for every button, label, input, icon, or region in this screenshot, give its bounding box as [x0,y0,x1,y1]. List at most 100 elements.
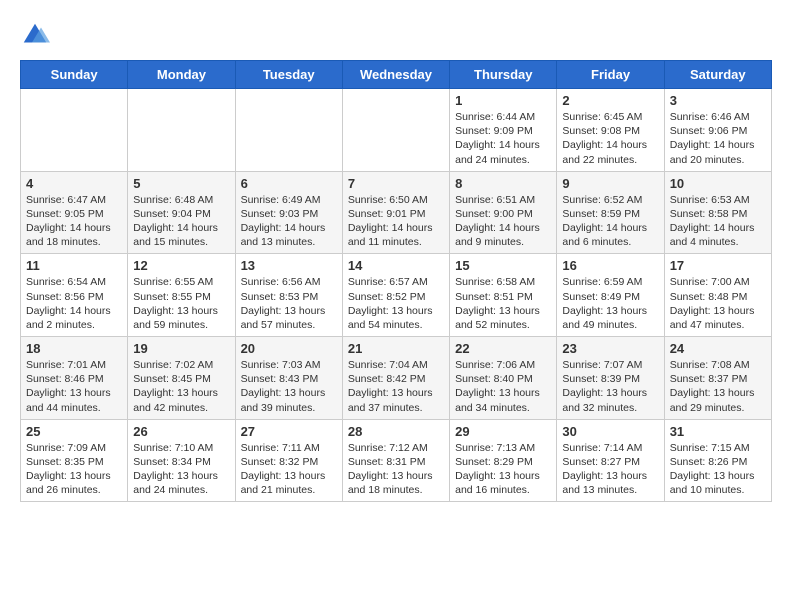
week-row-1: 1Sunrise: 6:44 AM Sunset: 9:09 PM Daylig… [21,89,772,172]
day-info: Sunrise: 7:08 AM Sunset: 8:37 PM Dayligh… [670,358,766,415]
cell-w4-d6: 23 Sunrise: 7:07 AM Sunset: 8:39 PM Dayli… [557,337,664,420]
day-info: Sunrise: 7:11 AM Sunset: 8:32 PM Dayligh… [241,441,337,498]
header-thursday: Thursday [450,61,557,89]
cell-w5-d3: 27 Sunrise: 7:11 AM Sunset: 8:32 PM Dayli… [235,419,342,502]
header-tuesday: Tuesday [235,61,342,89]
cell-w4-d5: 22 Sunrise: 7:06 AM Sunset: 8:40 PM Dayli… [450,337,557,420]
day-info: Sunrise: 7:03 AM Sunset: 8:43 PM Dayligh… [241,358,337,415]
day-number: 26 [133,424,229,439]
day-number: 15 [455,258,551,273]
day-info: Sunrise: 7:12 AM Sunset: 8:31 PM Dayligh… [348,441,444,498]
day-number: 6 [241,176,337,191]
cell-w1-d7: 3Sunrise: 6:46 AM Sunset: 9:06 PM Daylig… [664,89,771,172]
day-number: 21 [348,341,444,356]
day-info: Sunrise: 6:50 AM Sunset: 9:01 PM Dayligh… [348,193,444,250]
week-row-3: 11 Sunrise: 6:54 AM Sunset: 8:56 PM Dayli… [21,254,772,337]
header-wednesday: Wednesday [342,61,449,89]
cell-w1-d1 [21,89,128,172]
day-number: 22 [455,341,551,356]
day-info: Sunrise: 7:06 AM Sunset: 8:40 PM Dayligh… [455,358,551,415]
logo [20,20,54,50]
cell-w2-d2: 5 Sunrise: 6:48 AM Sunset: 9:04 PM Daylig… [128,171,235,254]
day-info: Sunrise: 6:47 AM Sunset: 9:05 PM Dayligh… [26,193,122,250]
cell-w1-d2 [128,89,235,172]
day-info: Sunrise: 6:51 AM Sunset: 9:00 PM Dayligh… [455,193,551,250]
day-info: Sunrise: 6:55 AM Sunset: 8:55 PM Dayligh… [133,275,229,332]
day-info: Sunrise: 7:00 AM Sunset: 8:48 PM Dayligh… [670,275,766,332]
day-number: 20 [241,341,337,356]
day-info: Sunrise: 7:10 AM Sunset: 8:34 PM Dayligh… [133,441,229,498]
day-info: Sunrise: 6:48 AM Sunset: 9:04 PM Dayligh… [133,193,229,250]
day-info: Sunrise: 6:45 AM Sunset: 9:08 PM Dayligh… [562,110,658,167]
week-row-5: 25Sunrise: 7:09 AM Sunset: 8:35 PM Dayli… [21,419,772,502]
day-info: Sunrise: 7:01 AM Sunset: 8:46 PM Dayligh… [26,358,122,415]
day-number: 13 [241,258,337,273]
day-number: 19 [133,341,229,356]
day-info: Sunrise: 6:54 AM Sunset: 8:56 PM Dayligh… [26,275,122,332]
cell-w5-d2: 26 Sunrise: 7:10 AM Sunset: 8:34 PM Dayli… [128,419,235,502]
cell-w2-d4: 7 Sunrise: 6:50 AM Sunset: 9:01 PM Daylig… [342,171,449,254]
day-number: 23 [562,341,658,356]
day-number: 11 [26,258,122,273]
cell-w1-d3 [235,89,342,172]
day-info: Sunrise: 7:09 AM Sunset: 8:35 PM Dayligh… [26,441,122,498]
cell-w2-d5: 8 Sunrise: 6:51 AM Sunset: 9:00 PM Daylig… [450,171,557,254]
day-info: Sunrise: 6:57 AM Sunset: 8:52 PM Dayligh… [348,275,444,332]
day-number: 27 [241,424,337,439]
cell-w1-d6: 2 Sunrise: 6:45 AM Sunset: 9:08 PM Daylig… [557,89,664,172]
day-number: 7 [348,176,444,191]
header-monday: Monday [128,61,235,89]
cell-w5-d5: 29Sunrise: 7:13 AM Sunset: 8:29 PM Dayli… [450,419,557,502]
cell-w3-d5: 15 Sunrise: 6:58 AM Sunset: 8:51 PM Dayli… [450,254,557,337]
day-info: Sunrise: 7:02 AM Sunset: 8:45 PM Dayligh… [133,358,229,415]
day-info: Sunrise: 6:52 AM Sunset: 8:59 PM Dayligh… [562,193,658,250]
cell-w4-d7: 24 Sunrise: 7:08 AM Sunset: 8:37 PM Dayli… [664,337,771,420]
day-info: Sunrise: 6:46 AM Sunset: 9:06 PM Dayligh… [670,110,766,167]
week-row-2: 4 Sunrise: 6:47 AM Sunset: 9:05 PM Daylig… [21,171,772,254]
day-info: Sunrise: 7:04 AM Sunset: 8:42 PM Dayligh… [348,358,444,415]
cell-w2-d3: 6 Sunrise: 6:49 AM Sunset: 9:03 PM Daylig… [235,171,342,254]
day-number: 4 [26,176,122,191]
day-number: 30 [562,424,658,439]
day-number: 10 [670,176,766,191]
day-info: Sunrise: 7:07 AM Sunset: 8:39 PM Dayligh… [562,358,658,415]
cell-w4-d3: 20 Sunrise: 7:03 AM Sunset: 8:43 PM Dayli… [235,337,342,420]
day-number: 9 [562,176,658,191]
day-info: Sunrise: 7:13 AM Sunset: 8:29 PM Dayligh… [455,441,551,498]
cell-w4-d2: 19 Sunrise: 7:02 AM Sunset: 8:45 PM Dayli… [128,337,235,420]
day-number: 18 [26,341,122,356]
day-info: Sunrise: 7:14 AM Sunset: 8:27 PM Dayligh… [562,441,658,498]
day-info: Sunrise: 6:49 AM Sunset: 9:03 PM Dayligh… [241,193,337,250]
day-number: 1 [455,93,551,108]
cell-w3-d7: 17 Sunrise: 7:00 AM Sunset: 8:48 PM Dayli… [664,254,771,337]
day-number: 5 [133,176,229,191]
day-number: 24 [670,341,766,356]
cell-w1-d5: 1Sunrise: 6:44 AM Sunset: 9:09 PM Daylig… [450,89,557,172]
day-info: Sunrise: 6:59 AM Sunset: 8:49 PM Dayligh… [562,275,658,332]
cell-w4-d4: 21 Sunrise: 7:04 AM Sunset: 8:42 PM Dayli… [342,337,449,420]
cell-w5-d6: 30 Sunrise: 7:14 AM Sunset: 8:27 PM Dayli… [557,419,664,502]
cell-w3-d6: 16Sunrise: 6:59 AM Sunset: 8:49 PM Dayli… [557,254,664,337]
day-info: Sunrise: 6:53 AM Sunset: 8:58 PM Dayligh… [670,193,766,250]
cell-w5-d1: 25Sunrise: 7:09 AM Sunset: 8:35 PM Dayli… [21,419,128,502]
cell-w2-d7: 10 Sunrise: 6:53 AM Sunset: 8:58 PM Dayli… [664,171,771,254]
day-number: 28 [348,424,444,439]
day-number: 8 [455,176,551,191]
cell-w3-d3: 13Sunrise: 6:56 AM Sunset: 8:53 PM Dayli… [235,254,342,337]
day-info: Sunrise: 7:15 AM Sunset: 8:26 PM Dayligh… [670,441,766,498]
day-info: Sunrise: 6:58 AM Sunset: 8:51 PM Dayligh… [455,275,551,332]
day-number: 12 [133,258,229,273]
cell-w5-d7: 31Sunrise: 7:15 AM Sunset: 8:26 PM Dayli… [664,419,771,502]
calendar-body: 1Sunrise: 6:44 AM Sunset: 9:09 PM Daylig… [21,89,772,502]
cell-w3-d1: 11 Sunrise: 6:54 AM Sunset: 8:56 PM Dayli… [21,254,128,337]
cell-w3-d4: 14 Sunrise: 6:57 AM Sunset: 8:52 PM Dayli… [342,254,449,337]
day-number: 2 [562,93,658,108]
cell-w1-d4 [342,89,449,172]
day-number: 14 [348,258,444,273]
week-row-4: 18 Sunrise: 7:01 AM Sunset: 8:46 PM Dayli… [21,337,772,420]
cell-w2-d1: 4 Sunrise: 6:47 AM Sunset: 9:05 PM Daylig… [21,171,128,254]
calendar-header: SundayMondayTuesdayWednesdayThursdayFrid… [21,61,772,89]
logo-icon [20,20,50,50]
day-number: 17 [670,258,766,273]
header-sunday: Sunday [21,61,128,89]
